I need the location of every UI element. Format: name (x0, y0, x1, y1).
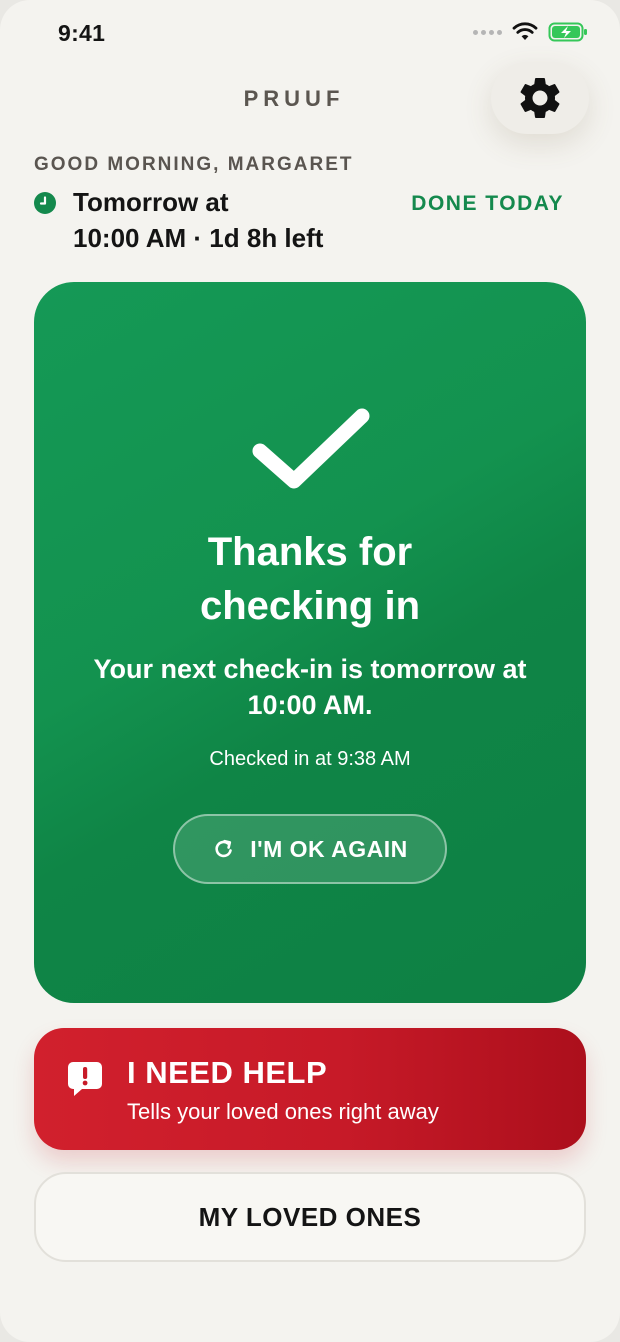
settings-button[interactable] (491, 62, 589, 134)
next-checkin-line-2: 10:00 AM. (247, 690, 373, 720)
clock-icon (34, 192, 56, 214)
signal-dots-icon (473, 29, 502, 35)
checked-in-time: Checked in at 9:38 AM (209, 748, 411, 770)
im-ok-again-button[interactable]: I'M OK AGAIN (173, 814, 447, 884)
greeting-text: GOOD MORNING, MARGARET (34, 154, 354, 175)
my-loved-ones-button[interactable]: MY LOVED ONES (34, 1172, 586, 1262)
alert-message-icon (68, 1062, 102, 1096)
help-title: I NEED HELP (127, 1055, 328, 1090)
im-ok-again-label: I'M OK AGAIN (250, 835, 408, 862)
wifi-icon (512, 22, 538, 40)
schedule-line-2: 10:00 AM · 1d 8h left (73, 223, 324, 253)
next-checkin-schedule: Tomorrow at 10:00 AM · 1d 8h left (34, 184, 323, 256)
checkin-status-card: Thanks for checking in Your next check-i… (34, 282, 586, 1003)
help-subtitle: Tells your loved ones right away (127, 1099, 439, 1124)
schedule-line-1: Tomorrow at (73, 187, 229, 217)
my-loved-ones-label: MY LOVED ONES (198, 1201, 422, 1232)
card-title: Thanks for checking in (34, 525, 586, 633)
next-checkin-message: Your next check-in is tomorrow at 10:00 … (54, 651, 566, 723)
done-today-status: DONE TODAY (411, 192, 564, 215)
checkmark-icon (252, 408, 370, 489)
i-need-help-button[interactable]: I NEED HELP Tells your loved ones right … (34, 1028, 586, 1150)
card-title-line-1: Thanks for (207, 530, 413, 574)
next-checkin-line-1: Your next check-in is tomorrow at (93, 654, 527, 684)
status-icons (473, 22, 588, 42)
status-time: 9:41 (58, 20, 106, 46)
app-screen: 9:41 PRUUF GOOD MORNING, MARGARET Tomorr… (0, 0, 620, 1342)
gear-icon (520, 77, 560, 118)
schedule-text: Tomorrow at 10:00 AM · 1d 8h left (73, 184, 323, 256)
refresh-icon (215, 839, 233, 858)
battery-charging-icon (548, 22, 587, 42)
card-title-line-2: checking in (199, 584, 421, 628)
